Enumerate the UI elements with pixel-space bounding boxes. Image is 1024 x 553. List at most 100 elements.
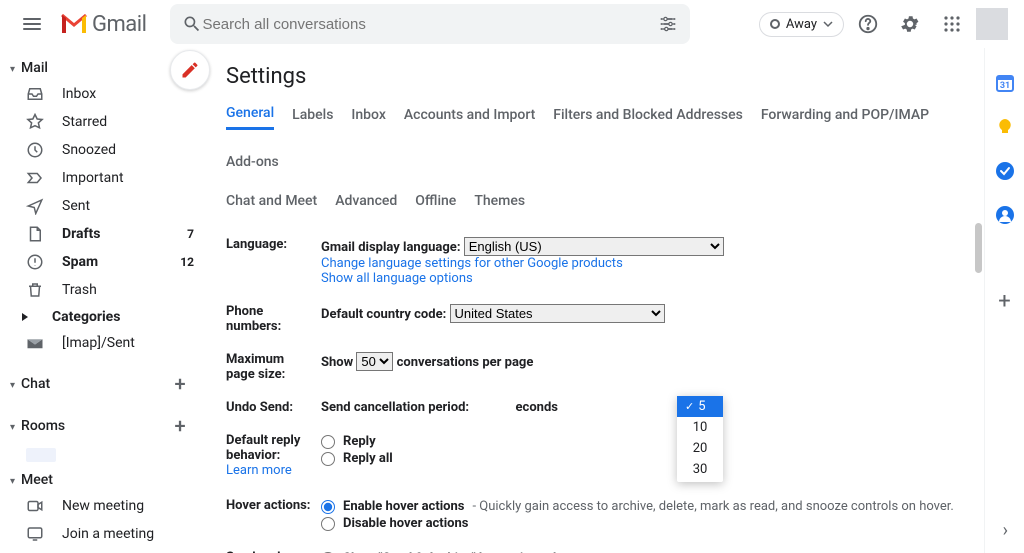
tab-offline[interactable]: Offline	[415, 187, 456, 215]
meet-new-meeting[interactable]: New meeting	[0, 492, 210, 520]
account-avatar[interactable]	[976, 8, 1008, 40]
sidebar-item-count: 12	[180, 255, 194, 269]
sidebar-item-label: Inbox	[62, 86, 194, 102]
page-size-label: Maximum page size:	[226, 352, 321, 382]
tasks-app-button[interactable]	[994, 160, 1016, 182]
setting-undo-send: Undo Send: Send cancellation period: eco…	[226, 394, 968, 427]
search-icon	[182, 14, 202, 34]
contacts-app-button[interactable]	[994, 204, 1016, 226]
sidebar-section-rooms[interactable]: ▾Rooms +	[0, 408, 210, 444]
sidebar-item-label: Sent	[62, 198, 194, 214]
show-all-languages-link[interactable]: Show all language options	[321, 271, 473, 286]
reply-radio[interactable]	[321, 435, 335, 449]
search-input[interactable]	[202, 16, 658, 33]
sidebar-section-meet[interactable]: ▾Meet	[0, 468, 210, 492]
settings-tabs: General Labels Inbox Accounts and Import Fil…	[226, 99, 968, 177]
page-size-suffix: conversations per page	[397, 355, 534, 370]
side-panel-collapse[interactable]: ›	[1003, 520, 1008, 541]
categories-icon	[16, 312, 34, 322]
sidebar-item-drafts[interactable]: Drafts7	[0, 220, 210, 248]
apps-grid-icon	[943, 15, 961, 33]
default-reply-label: Default reply behavior:	[226, 433, 300, 463]
setting-hover: Hover actions: Enable hover actions - Qu…	[226, 482, 968, 544]
sidebar-item-label: [Imap]/Sent	[62, 335, 194, 351]
meet-item-label: Join a meeting	[62, 526, 194, 542]
enable-hover-radio[interactable]	[321, 500, 335, 514]
compose-button[interactable]	[170, 50, 210, 90]
undo-label: Undo Send:	[226, 400, 321, 415]
tab-forwarding-and-pop-imap[interactable]: Forwarding and POP/IMAP	[761, 101, 929, 129]
chevron-down-icon	[823, 19, 833, 29]
add-app-button[interactable]: +	[994, 290, 1016, 312]
undo-text: Send cancellation period:	[321, 400, 469, 415]
country-code-select[interactable]: United States	[450, 304, 665, 323]
language-select[interactable]: English (US)	[464, 237, 724, 256]
apps-button[interactable]	[934, 6, 970, 42]
tab-accounts-and-import[interactable]: Accounts and Import	[404, 101, 535, 129]
keep-icon	[995, 117, 1015, 137]
sidebar-section-chat[interactable]: ▾Chat +	[0, 366, 210, 402]
sidebar: ▾Mail InboxStarredSnoozedImportantSentDr…	[0, 48, 210, 553]
tasks-icon	[995, 161, 1015, 181]
sidebar-item-starred[interactable]: Starred	[0, 108, 210, 136]
header-actions: Away	[759, 6, 1016, 42]
tab-chat-and-meet[interactable]: Chat and Meet	[226, 187, 317, 215]
tab-labels[interactable]: Labels	[292, 101, 333, 129]
[imap]/sent-icon	[26, 336, 44, 350]
meet-join-a-meeting[interactable]: Join a meeting	[0, 520, 210, 548]
undo-option-10[interactable]: 10	[677, 417, 723, 438]
status-label: Away	[786, 17, 817, 32]
search-bar[interactable]	[170, 4, 690, 44]
status-pill[interactable]: Away	[759, 12, 844, 37]
settings-button[interactable]	[892, 6, 928, 42]
phone-label: Phone numbers:	[226, 304, 321, 334]
side-panel: 31 +	[984, 48, 1024, 553]
pencil-icon	[180, 60, 200, 80]
help-button[interactable]	[850, 6, 886, 42]
check-icon: ✓	[685, 400, 694, 413]
sidebar-item--imap-sent[interactable]: [Imap]/Sent	[0, 330, 210, 356]
sent-icon	[26, 197, 44, 215]
tab-inbox[interactable]: Inbox	[351, 101, 385, 129]
sidebar-item-trash[interactable]: Trash	[0, 276, 210, 304]
undo-send-dropdown[interactable]: ✓ 5102030	[677, 396, 723, 482]
search-options-icon[interactable]	[658, 14, 678, 34]
sidebar-item-label: Trash	[62, 282, 194, 298]
tab-add-ons[interactable]: Add-ons	[226, 148, 279, 176]
keep-app-button[interactable]	[994, 116, 1016, 138]
tab-advanced[interactable]: Advanced	[335, 187, 397, 215]
calendar-app-button[interactable]: 31	[994, 72, 1016, 94]
display-language-label: Gmail display language:	[321, 240, 460, 255]
main-menu-button[interactable]	[8, 0, 56, 48]
page-size-select[interactable]: 50	[356, 352, 393, 371]
sidebar-item-snoozed[interactable]: Snoozed	[0, 136, 210, 164]
sidebar-rooms-label: Rooms	[21, 418, 65, 434]
calendar-icon: 31	[995, 73, 1015, 93]
enable-hover-desc: - Quickly gain access to archive, delete…	[472, 499, 953, 514]
drafts-icon	[26, 225, 44, 243]
default-reply-learn[interactable]: Learn more	[226, 463, 292, 478]
tab-themes[interactable]: Themes	[474, 187, 525, 215]
reply-all-radio[interactable]	[321, 452, 335, 466]
contacts-icon	[995, 205, 1015, 225]
important-icon	[26, 169, 44, 187]
undo-option-20[interactable]: 20	[677, 438, 723, 459]
sidebar-item-sent[interactable]: Sent	[0, 192, 210, 220]
tab-filters-and-blocked-addresses[interactable]: Filters and Blocked Addresses	[553, 101, 743, 129]
scrollbar-thumb[interactable]	[975, 223, 982, 273]
change-language-link[interactable]: Change language settings for other Googl…	[321, 256, 623, 271]
undo-option-5[interactable]: ✓ 5	[677, 396, 723, 417]
trash-icon	[26, 281, 44, 299]
undo-option-30[interactable]: 30	[677, 459, 723, 480]
gear-icon	[899, 13, 921, 35]
setting-page-size: Maximum page size: Show 50 conversations…	[226, 346, 968, 394]
app-logo[interactable]: Gmail	[56, 12, 150, 37]
tab-general[interactable]: General	[226, 99, 274, 130]
chat-add-button[interactable]: +	[166, 370, 194, 398]
room-item-placeholder[interactable]	[26, 448, 56, 462]
sidebar-item-spam[interactable]: Spam12	[0, 248, 210, 276]
disable-hover-radio[interactable]	[321, 517, 335, 531]
sidebar-item-important[interactable]: Important	[0, 164, 210, 192]
sidebar-item-categories[interactable]: Categories	[0, 304, 210, 330]
rooms-add-button[interactable]: +	[166, 412, 194, 440]
